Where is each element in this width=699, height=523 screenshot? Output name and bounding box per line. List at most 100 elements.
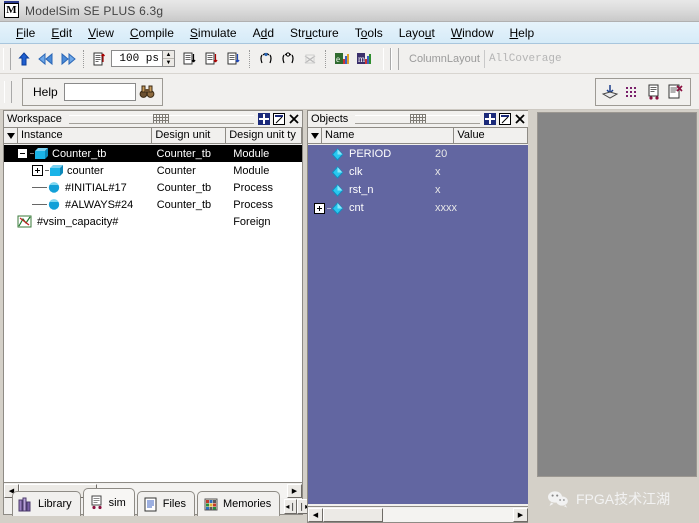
restart-icon[interactable]: [89, 48, 111, 70]
modelsim-m-icon: M: [4, 1, 19, 18]
signal-icon: [331, 147, 344, 161]
tab-scroll-prev-icon[interactable]: ◂❘: [284, 499, 298, 514]
scroll-track[interactable]: [323, 507, 513, 522]
objects-hscrollbar[interactable]: ◀ ▶: [308, 506, 528, 522]
close-icon[interactable]: [287, 113, 300, 126]
column-header-design-unit[interactable]: Design unit: [152, 128, 227, 143]
column-header-instance[interactable]: Instance: [18, 128, 153, 143]
step-over-icon[interactable]: [299, 48, 321, 70]
run-up-icon[interactable]: [13, 48, 35, 70]
column-layout-label: ColumnLayout: [409, 52, 480, 65]
sort-indicator-icon[interactable]: [4, 128, 18, 143]
object-value: x: [435, 166, 441, 178]
cell-design-unit: Counter_tb: [156, 198, 212, 211]
help-label: Help: [33, 84, 58, 99]
signal-icon: [331, 201, 344, 215]
workspace-panel: Workspace Instance Design unit Design un…: [3, 110, 311, 516]
objects-list[interactable]: PERIOD 20 clk x rst_n x cnt xxxx: [308, 145, 528, 504]
binoculars-icon[interactable]: [136, 81, 158, 103]
step-icon[interactable]: [277, 48, 299, 70]
stepper-down-icon[interactable]: ▼: [163, 59, 174, 66]
step-forward-icon[interactable]: [57, 48, 79, 70]
tab-files[interactable]: Files: [136, 491, 195, 516]
tab-library[interactable]: Library: [12, 491, 81, 516]
menu-view[interactable]: View: [80, 24, 122, 42]
process-icon: [47, 198, 62, 211]
list-item[interactable]: cnt xxxx: [308, 199, 528, 217]
download-icon[interactable]: [599, 81, 621, 103]
watermark-text: FPGA技术江湖: [576, 491, 671, 507]
scroll-left-arrow-icon[interactable]: ◀: [308, 507, 323, 522]
coverage-report-icon[interactable]: e: [331, 48, 353, 70]
window-title: ModelSim SE PLUS 6.3g: [25, 3, 164, 18]
tree-expander-expand[interactable]: [314, 202, 325, 214]
workspace-drag-handle[interactable]: [68, 114, 254, 124]
help-toolbar-grip[interactable]: [4, 80, 12, 103]
process-icon: [47, 181, 62, 194]
scroll-thumb[interactable]: [323, 507, 383, 522]
column-layout-combo[interactable]: AllCoverage: [483, 49, 693, 68]
menu-compile[interactable]: Compile: [122, 24, 182, 42]
module-icon: [49, 164, 64, 177]
report-icon[interactable]: [665, 81, 687, 103]
step-back-icon[interactable]: [35, 48, 57, 70]
run-time-input[interactable]: 100 ps: [111, 50, 163, 67]
cell-design-unit-type: Process: [233, 198, 274, 211]
sort-indicator-icon[interactable]: [308, 128, 322, 143]
memory-icon[interactable]: m: [353, 48, 375, 70]
column-header-name[interactable]: Name: [322, 128, 455, 143]
run-time-stepper[interactable]: ▲ ▼: [163, 50, 175, 67]
maximize-icon[interactable]: [498, 113, 511, 126]
tree-expander-expand[interactable]: [32, 165, 43, 176]
table-row[interactable]: #INITIAL#17 Counter_tb Process: [4, 179, 302, 196]
objects-drag-handle[interactable]: [355, 114, 480, 124]
maximize-icon[interactable]: [272, 113, 285, 126]
run-all-icon[interactable]: [223, 48, 245, 70]
break-icon[interactable]: [255, 48, 277, 70]
menu-edit[interactable]: Edit: [43, 24, 80, 42]
tab-sim[interactable]: sim: [82, 488, 135, 516]
menu-tools[interactable]: Tools: [347, 24, 391, 42]
object-name: PERIOD: [349, 148, 392, 160]
toolbar-grip[interactable]: [3, 47, 11, 70]
cell-design-unit-type: Module: [233, 164, 270, 177]
undock-icon[interactable]: [483, 113, 496, 126]
run-icon[interactable]: [179, 48, 201, 70]
table-row[interactable]: #vsim_capacity# Foreign: [4, 213, 302, 230]
cell-design-unit: Counter_tb: [156, 147, 211, 160]
list-item[interactable]: PERIOD 20: [308, 145, 528, 163]
menu-layout[interactable]: Layout: [391, 24, 443, 42]
workspace-tree[interactable]: Counter_tb Counter_tb Module counter Cou…: [4, 145, 302, 482]
toolbar-grip-2[interactable]: [383, 47, 391, 70]
svg-text:e: e: [336, 54, 340, 64]
table-row[interactable]: Counter_tb Counter_tb Module: [4, 145, 302, 162]
main-toolbar: 100 ps ▲ ▼ e m ColumnLayout AllCoverage: [0, 44, 699, 74]
continue-run-icon[interactable]: [201, 48, 223, 70]
profile-icon[interactable]: [643, 81, 665, 103]
scroll-right-arrow-icon[interactable]: ▶: [513, 507, 528, 522]
list-item[interactable]: rst_n x: [308, 181, 528, 199]
column-header-value[interactable]: Value: [454, 128, 528, 143]
workspace-tabstrip: Library sim Files Memories ◂❘ ❘▸: [12, 486, 311, 516]
tree-expander-collapse[interactable]: [17, 148, 28, 159]
table-row[interactable]: #ALWAYS#24 Counter_tb Process: [4, 196, 302, 213]
toolbar-grip-3[interactable]: [391, 47, 399, 70]
menu-simulate[interactable]: Simulate: [182, 24, 245, 42]
menu-file[interactable]: File: [8, 24, 43, 42]
table-row[interactable]: counter Counter Module: [4, 162, 302, 179]
undock-icon[interactable]: [257, 113, 270, 126]
menu-window[interactable]: Window: [443, 24, 502, 42]
column-header-design-unit-type[interactable]: Design unit ty: [226, 128, 302, 143]
help-search-input[interactable]: [63, 82, 136, 101]
menu-structure[interactable]: Structure: [282, 24, 347, 42]
main-content-area: Workspace Instance Design unit Design un…: [0, 110, 699, 523]
menu-help[interactable]: Help: [502, 24, 543, 42]
stepper-up-icon[interactable]: ▲: [163, 51, 174, 59]
signal-icon: [331, 183, 344, 197]
module-icon: [34, 147, 49, 160]
close-icon[interactable]: [513, 113, 526, 126]
list-item[interactable]: clk x: [308, 163, 528, 181]
grid-icon[interactable]: [621, 81, 643, 103]
tab-memories[interactable]: Memories: [196, 491, 281, 516]
menu-add[interactable]: Add: [245, 24, 282, 42]
